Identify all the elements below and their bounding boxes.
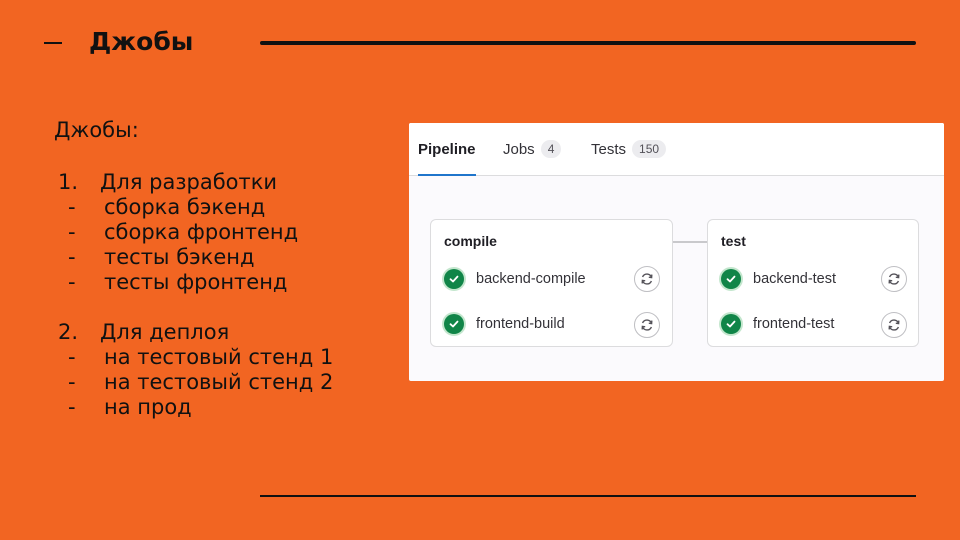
bullet-dash: - bbox=[68, 345, 76, 369]
job-label: backend-compile bbox=[476, 271, 586, 287]
job-label: frontend-test bbox=[753, 316, 835, 332]
deploy-list: - на тестовый стенд 1 - на тестовый стенд … bbox=[54, 345, 394, 420]
development-list: - сборка бэкенд - сборка фронтенд - тесты б… bbox=[54, 195, 394, 295]
retry-icon[interactable] bbox=[634, 266, 660, 292]
job-label: backend-test bbox=[753, 271, 837, 287]
count-badge: 4 bbox=[540, 140, 562, 158]
check-circle-icon bbox=[721, 269, 741, 289]
list-item-text: на прод bbox=[104, 395, 192, 419]
check-circle-icon bbox=[721, 314, 741, 334]
stage-compile: compile backend-compile frontend-build bbox=[430, 219, 673, 347]
list-item: - сборка фронтенд bbox=[54, 220, 394, 245]
group-development: 1. Для разработки bbox=[54, 170, 394, 195]
content-heading: Джобы: bbox=[54, 118, 139, 142]
retry-icon[interactable] bbox=[881, 312, 907, 338]
count-badge: 150 bbox=[632, 140, 667, 158]
job-frontend-build[interactable]: frontend-build bbox=[444, 309, 565, 339]
list-item-text: сборка фронтенд bbox=[104, 220, 299, 244]
group-number: 2. bbox=[58, 320, 79, 344]
stage-title: compile bbox=[444, 233, 497, 249]
tab-label: Tests bbox=[591, 140, 627, 158]
list-item: - на тестовый стенд 1 bbox=[54, 345, 394, 370]
list-item-text: на тестовый стенд 2 bbox=[104, 370, 334, 394]
bullet-dash: - bbox=[68, 270, 76, 294]
slide-title: Джобы bbox=[89, 27, 194, 56]
list-item: - сборка бэкенд bbox=[54, 195, 394, 220]
tab-jobs[interactable]: Jobs 4 bbox=[503, 123, 562, 175]
group-label: Для разработки bbox=[100, 170, 278, 194]
tab-label: Pipeline bbox=[418, 140, 476, 158]
pipeline-screenshot: Pipeline Jobs 4 Tests 150 compile backen… bbox=[409, 123, 944, 381]
tab-pipeline[interactable]: Pipeline bbox=[418, 123, 476, 176]
job-label: frontend-build bbox=[476, 316, 565, 332]
retry-icon[interactable] bbox=[634, 312, 660, 338]
slide-content: Джобы: 1. Для разработки - сборка бэкенд … bbox=[54, 118, 394, 420]
list-item-text: тесты фронтенд bbox=[104, 270, 288, 294]
list-item: - тесты фронтенд bbox=[54, 270, 394, 295]
stage-title: test bbox=[721, 233, 746, 249]
bullet-dash: - bbox=[68, 220, 76, 244]
list-item: - на тестовый стенд 2 bbox=[54, 370, 394, 395]
list-item-text: сборка бэкенд bbox=[104, 195, 266, 219]
bullet-dash: - bbox=[68, 395, 76, 419]
pipeline-tabs: Pipeline Jobs 4 Tests 150 bbox=[409, 123, 944, 176]
top-rule bbox=[260, 41, 916, 45]
job-backend-compile[interactable]: backend-compile bbox=[444, 264, 586, 294]
group-label: Для деплоя bbox=[100, 320, 230, 344]
bottom-rule bbox=[260, 495, 916, 497]
retry-icon[interactable] bbox=[881, 266, 907, 292]
tab-label: Jobs bbox=[503, 140, 535, 158]
bullet-dash: - bbox=[68, 195, 76, 219]
group-number: 1. bbox=[58, 170, 79, 194]
check-circle-icon bbox=[444, 269, 464, 289]
group-deploy: 2. Для деплоя bbox=[54, 320, 394, 345]
bullet-dash: - bbox=[68, 245, 76, 269]
list-item: - тесты бэкенд bbox=[54, 245, 394, 270]
job-backend-test[interactable]: backend-test bbox=[721, 264, 836, 294]
title-dash bbox=[44, 42, 62, 44]
list-item: - на прод bbox=[54, 395, 394, 420]
list-item-text: на тестовый стенд 1 bbox=[104, 345, 334, 369]
stage-connector bbox=[673, 241, 707, 243]
bullet-dash: - bbox=[68, 370, 76, 394]
stage-test: test backend-test frontend-test bbox=[707, 219, 919, 347]
job-frontend-test[interactable]: frontend-test bbox=[721, 309, 834, 339]
list-item-text: тесты бэкенд bbox=[104, 245, 255, 269]
tab-tests[interactable]: Tests 150 bbox=[591, 123, 667, 175]
check-circle-icon bbox=[444, 314, 464, 334]
